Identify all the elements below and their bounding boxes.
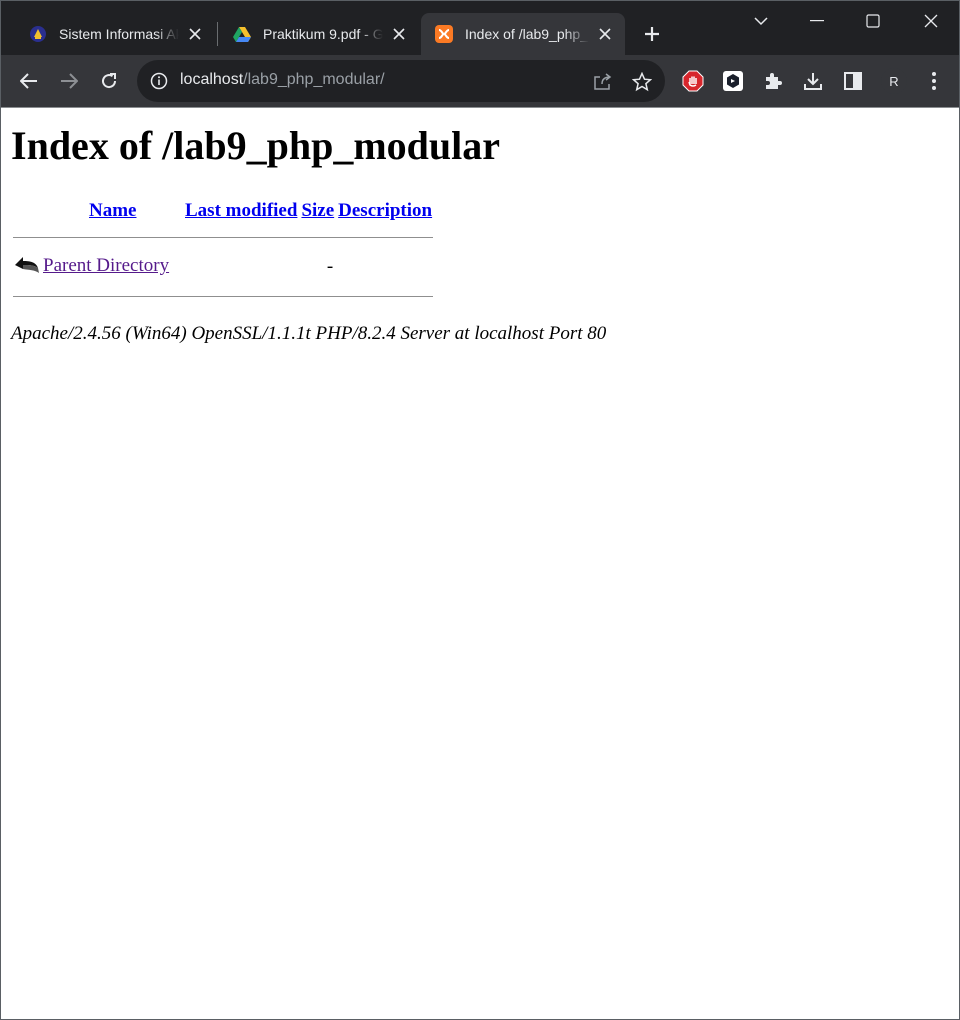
description-cell	[337, 252, 433, 282]
server-signature: Apache/2.4.56 (Win64) OpenSSL/1.1.1t PHP…	[11, 323, 607, 344]
name-cell: Parent Directory	[13, 252, 182, 282]
kebab-menu-icon	[932, 72, 936, 90]
close-tab-icon[interactable]	[595, 24, 615, 44]
parent-directory-link[interactable]: Parent Directory	[43, 255, 169, 276]
side-panel-icon[interactable]	[840, 68, 866, 94]
university-logo-icon	[29, 25, 47, 43]
minimize-button[interactable]	[797, 7, 837, 35]
hexagon-extension-icon[interactable]	[720, 68, 746, 94]
puzzle-icon[interactable]	[760, 68, 786, 94]
download-icon[interactable]	[800, 68, 826, 94]
tab-sistem-informasi[interactable]: Sistem Informasi Akademik	[15, 13, 215, 55]
forward-button[interactable]	[55, 67, 83, 95]
horizontal-rule	[13, 237, 434, 238]
last-modified-column-header: Last modified	[184, 199, 298, 223]
tab-title: Index of /lab9_php_modular/	[465, 26, 589, 42]
size-column-header: Size	[300, 199, 335, 223]
chevron-down-icon	[754, 17, 768, 26]
share-icon[interactable]	[590, 70, 614, 94]
arrow-left-icon	[20, 73, 37, 89]
xampp-icon	[435, 25, 453, 43]
tab-strip: Sistem Informasi Akademik Praktikum 9.pd…	[1, 1, 959, 55]
new-tab-button[interactable]	[639, 21, 665, 47]
close-tab-icon[interactable]	[185, 24, 205, 44]
sort-by-name-link[interactable]: Name	[89, 200, 136, 221]
tab-title: Praktikum 9.pdf - Google Drive	[263, 26, 383, 42]
browser-toolbar: localhost/lab9_php_modular/ R	[1, 55, 959, 107]
maximize-icon	[866, 14, 880, 28]
close-tab-icon[interactable]	[389, 24, 409, 44]
close-window-button[interactable]	[911, 7, 951, 35]
table-row: Parent Directory -	[13, 252, 433, 282]
tab-praktikum-pdf[interactable]: Praktikum 9.pdf - Google Drive	[219, 13, 419, 55]
url-text[interactable]: localhost/lab9_php_modular/	[180, 71, 385, 89]
google-drive-icon	[233, 25, 251, 43]
bookmark-star-icon[interactable]	[630, 70, 654, 94]
minimize-icon	[810, 20, 824, 22]
directory-listing-table: Name Last modified Size Description Pare…	[11, 197, 435, 311]
table-header-row: Name Last modified Size Description	[13, 199, 433, 223]
reload-icon	[102, 73, 117, 89]
page-content: Index of /lab9_php_modular Name Last mod…	[11, 108, 949, 345]
reload-button[interactable]	[95, 67, 123, 95]
divider-row	[13, 225, 434, 250]
tab-separator	[217, 22, 218, 46]
tab-search-button[interactable]	[741, 7, 781, 35]
url-path: /lab9_php_modular/	[243, 71, 385, 88]
page-title: Index of /lab9_php_modular	[11, 123, 501, 168]
more-menu-button[interactable]	[921, 68, 947, 94]
url-host: localhost	[180, 71, 244, 88]
sort-by-size-link[interactable]: Size	[301, 200, 334, 221]
site-info-icon[interactable]	[149, 71, 169, 91]
arrow-right-icon	[61, 73, 78, 89]
tab-index-of-lab9[interactable]: Index of /lab9_php_modular/	[421, 13, 625, 55]
address-bar[interactable]: localhost/lab9_php_modular/	[137, 60, 665, 102]
sort-by-description-link[interactable]: Description	[338, 200, 432, 221]
plus-icon	[645, 27, 659, 41]
back-arrow-icon	[14, 253, 40, 281]
profile-avatar[interactable]: R	[881, 68, 907, 94]
sort-by-last-modified-link[interactable]: Last modified	[185, 200, 297, 221]
horizontal-rule	[13, 296, 434, 297]
size-cell: -	[326, 256, 334, 277]
name-column-header: Name	[88, 199, 182, 223]
maximize-button[interactable]	[853, 7, 893, 35]
browser-window: Sistem Informasi Akademik Praktikum 9.pd…	[0, 0, 960, 1020]
stop-hand-extension-icon[interactable]	[680, 68, 706, 94]
icon-column-header	[13, 199, 86, 223]
tab-title: Sistem Informasi Akademik	[59, 26, 179, 42]
close-icon	[924, 14, 938, 28]
divider-row	[13, 284, 434, 309]
back-button[interactable]	[15, 67, 43, 95]
last-modified-cell	[184, 252, 298, 282]
description-column-header: Description	[337, 199, 433, 223]
